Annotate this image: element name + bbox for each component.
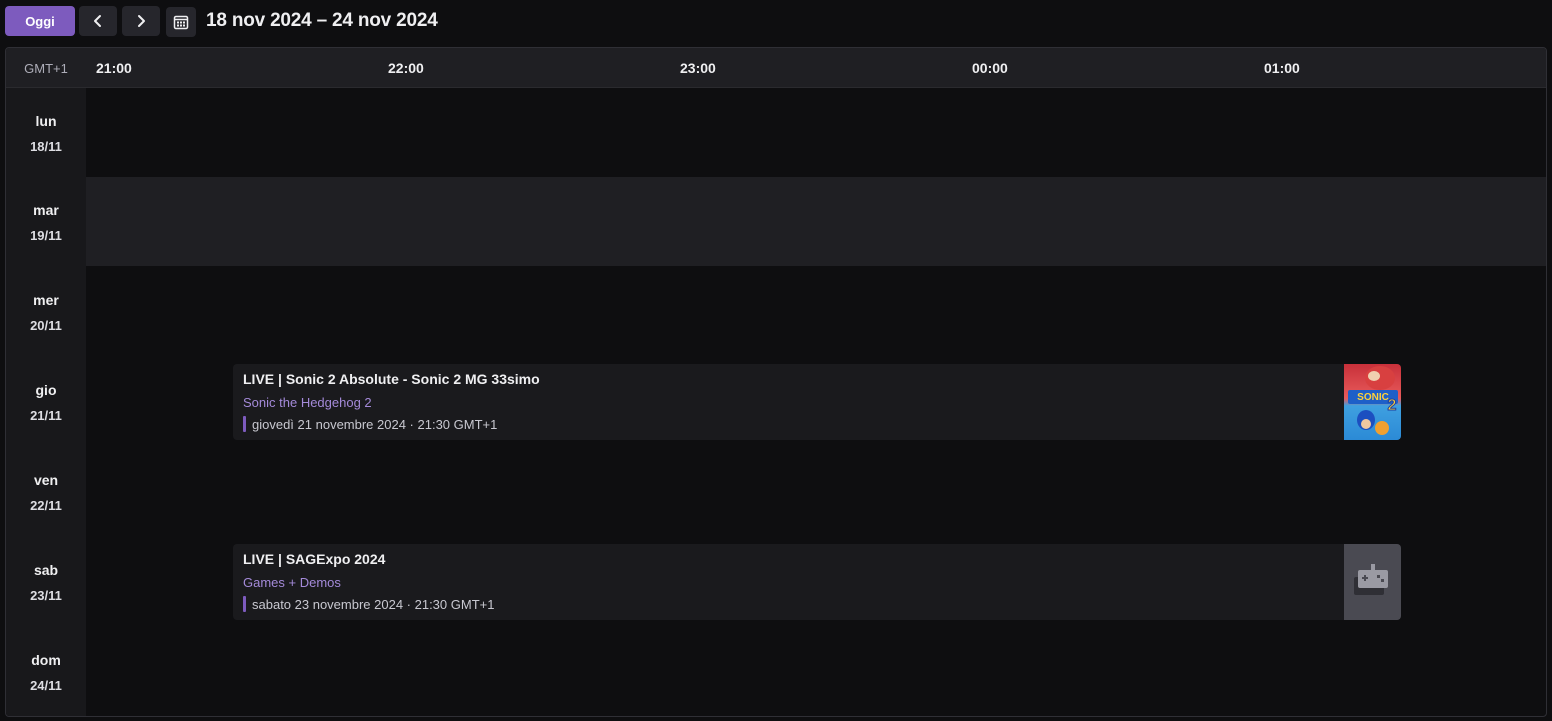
- day-date: 18/11: [30, 138, 62, 154]
- event-accent-bar: [243, 416, 246, 432]
- calendar-toolbar: Oggi 18 nov 2024 – 24 nov 2024: [0, 0, 1552, 44]
- today-button[interactable]: Oggi: [5, 6, 75, 36]
- day-date: 21/11: [30, 407, 62, 423]
- day-label: lun 18/11: [6, 88, 86, 178]
- day-name: dom: [31, 651, 61, 668]
- day-name: mar: [33, 201, 59, 218]
- day-name: ven: [33, 471, 59, 488]
- hour-label: 01:00: [1264, 60, 1300, 76]
- day-label: dom 24/11: [6, 627, 86, 716]
- day-label: ven 22/11: [6, 447, 86, 537]
- date-picker-button[interactable]: [166, 7, 196, 37]
- day-name: lun: [35, 112, 57, 129]
- day-label: mer 20/11: [6, 267, 86, 357]
- calendar-header: GMT+1 21:00 22:00 23:00 00:00 01:00: [6, 48, 1546, 88]
- day-name: sab: [33, 561, 59, 578]
- day-date: 24/11: [30, 677, 62, 693]
- box-art-number: 2: [1388, 397, 1397, 414]
- day-column: lun 18/11 mar 19/11 mer 20/11 gio 21/11 …: [6, 88, 86, 716]
- next-week-button[interactable]: [122, 6, 160, 36]
- day-date: 19/11: [30, 227, 62, 243]
- timezone-label: GMT+1: [24, 60, 68, 76]
- event-time: sabato 23 novembre 2024 · 21:30 GMT+1: [252, 597, 495, 612]
- event-title: LIVE | SAGExpo 2024: [243, 551, 386, 567]
- day-date: 22/11: [30, 497, 62, 513]
- chevron-left-icon: [94, 15, 101, 27]
- event-category[interactable]: Sonic the Hedgehog 2: [243, 395, 372, 410]
- day-label: mar 19/11: [6, 177, 86, 267]
- hour-label: 22:00: [388, 60, 424, 76]
- schedule-event[interactable]: LIVE | SAGExpo 2024 Games + Demos sabato…: [233, 544, 1401, 620]
- hour-label: 23:00: [680, 60, 716, 76]
- previous-week-button[interactable]: [79, 6, 117, 36]
- hour-label: 21:00: [96, 60, 132, 76]
- day-label: sab 23/11: [6, 537, 86, 627]
- controller-placeholder-icon[interactable]: [1344, 544, 1401, 620]
- box-art-logo: SONIC: [1357, 392, 1389, 403]
- date-range-title: 18 nov 2024 – 24 nov 2024: [206, 10, 438, 31]
- hour-label: 00:00: [972, 60, 1008, 76]
- day-label: gio 21/11: [6, 357, 86, 447]
- schedule-calendar: GMT+1 21:00 22:00 23:00 00:00 01:00 lun …: [5, 47, 1547, 717]
- chevron-right-icon: [138, 15, 145, 27]
- schedule-event[interactable]: LIVE | Sonic 2 Absolute - Sonic 2 MG 33s…: [233, 364, 1401, 440]
- day-date: 20/11: [30, 317, 62, 333]
- game-box-art[interactable]: SONIC 2: [1344, 364, 1401, 440]
- event-time: giovedì 21 novembre 2024 · 21:30 GMT+1: [252, 417, 498, 432]
- today-row-highlight: [6, 177, 1546, 266]
- day-name: gio: [35, 381, 57, 398]
- day-date: 23/11: [30, 587, 62, 603]
- day-name: mer: [33, 291, 59, 308]
- calendar-icon: [173, 15, 189, 30]
- event-title: LIVE | Sonic 2 Absolute - Sonic 2 MG 33s…: [243, 371, 540, 387]
- event-category[interactable]: Games + Demos: [243, 575, 341, 590]
- event-accent-bar: [243, 596, 246, 612]
